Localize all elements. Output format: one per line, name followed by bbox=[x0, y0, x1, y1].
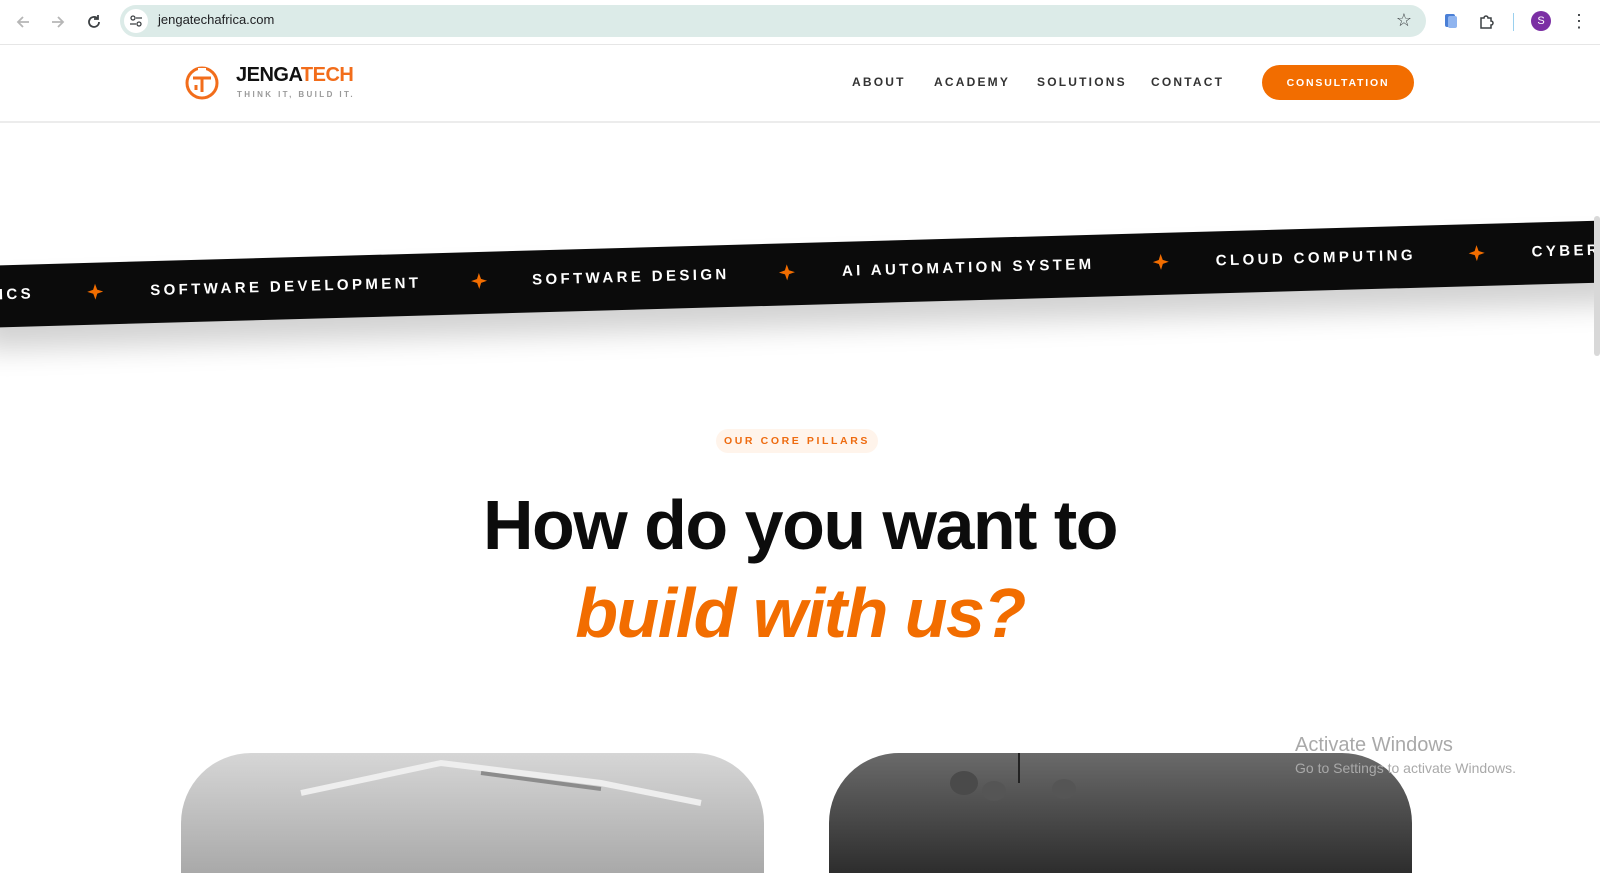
toolbar-divider bbox=[1513, 13, 1514, 31]
consultation-button[interactable]: CONSULTATION bbox=[1262, 65, 1414, 100]
puzzle-icon[interactable] bbox=[1476, 10, 1498, 32]
more-vert-icon[interactable]: ⋮ bbox=[1570, 10, 1588, 32]
ticker-item: TICS bbox=[0, 285, 35, 304]
sparkle-icon bbox=[1152, 253, 1169, 270]
url-text[interactable]: jengatechafrica.com bbox=[158, 12, 274, 27]
page-scrollbar[interactable] bbox=[1594, 216, 1600, 356]
site-info-icon[interactable] bbox=[124, 9, 148, 33]
section-badge: OUR CORE PILLARS bbox=[716, 429, 878, 453]
bookmark-star-icon[interactable]: ☆ bbox=[1396, 10, 1412, 31]
windows-activation-title: Activate Windows bbox=[1295, 734, 1453, 756]
browser-toolbar: jengatechafrica.com ☆ S ⋮ bbox=[0, 0, 1600, 45]
reload-icon[interactable] bbox=[81, 9, 107, 35]
pillar-card-image[interactable] bbox=[181, 753, 764, 873]
headline-line-1: How do you want to bbox=[482, 486, 1119, 564]
logo-wordmark[interactable]: JENGATECH bbox=[236, 64, 354, 87]
nav-solutions[interactable]: SOLUTIONS bbox=[1037, 75, 1127, 89]
sparkle-icon bbox=[87, 283, 104, 300]
nav-contact[interactable]: CONTACT bbox=[1151, 75, 1224, 89]
services-ticker: TICS SOFTWARE DEVELOPMENT SOFTWARE DESIG… bbox=[0, 220, 1600, 328]
sparkle-icon bbox=[471, 272, 488, 289]
card-photo bbox=[300, 759, 702, 806]
windows-activation-subtitle: Go to Settings to activate Windows. bbox=[1295, 760, 1516, 776]
ticker-item: CYBER bbox=[1531, 241, 1600, 261]
ticker-track: TICS SOFTWARE DEVELOPMENT SOFTWARE DESIG… bbox=[0, 220, 1600, 328]
address-bar[interactable]: jengatechafrica.com ☆ bbox=[120, 5, 1426, 37]
ticker-item: CLOUD COMPUTING bbox=[1215, 246, 1417, 270]
site-header: JENGATECH THINK IT, BUILD IT. ABOUT ACAD… bbox=[0, 45, 1600, 123]
headline-line-2: build with us? bbox=[575, 574, 1026, 652]
back-arrow-icon[interactable] bbox=[10, 9, 36, 35]
sparkle-icon bbox=[778, 264, 795, 281]
logo-tagline: THINK IT, BUILD IT. bbox=[237, 90, 356, 99]
sparkle-icon bbox=[1468, 245, 1485, 262]
logo-part-jenga: JENGA bbox=[236, 64, 301, 86]
nav-about[interactable]: ABOUT bbox=[852, 75, 906, 89]
profile-avatar[interactable]: S bbox=[1531, 11, 1551, 31]
logo-part-tech: TECH bbox=[300, 64, 354, 86]
ticker-item: SOFTWARE DESIGN bbox=[531, 265, 730, 289]
extension-icon[interactable] bbox=[1440, 10, 1462, 32]
nav-academy[interactable]: ACADEMY bbox=[934, 75, 1010, 89]
ticker-item: AI AUTOMATION SYSTEM bbox=[841, 255, 1095, 280]
forward-arrow-icon[interactable] bbox=[45, 9, 71, 35]
jengatech-logo-icon[interactable] bbox=[184, 65, 220, 101]
ticker-item: SOFTWARE DEVELOPMENT bbox=[149, 274, 422, 300]
